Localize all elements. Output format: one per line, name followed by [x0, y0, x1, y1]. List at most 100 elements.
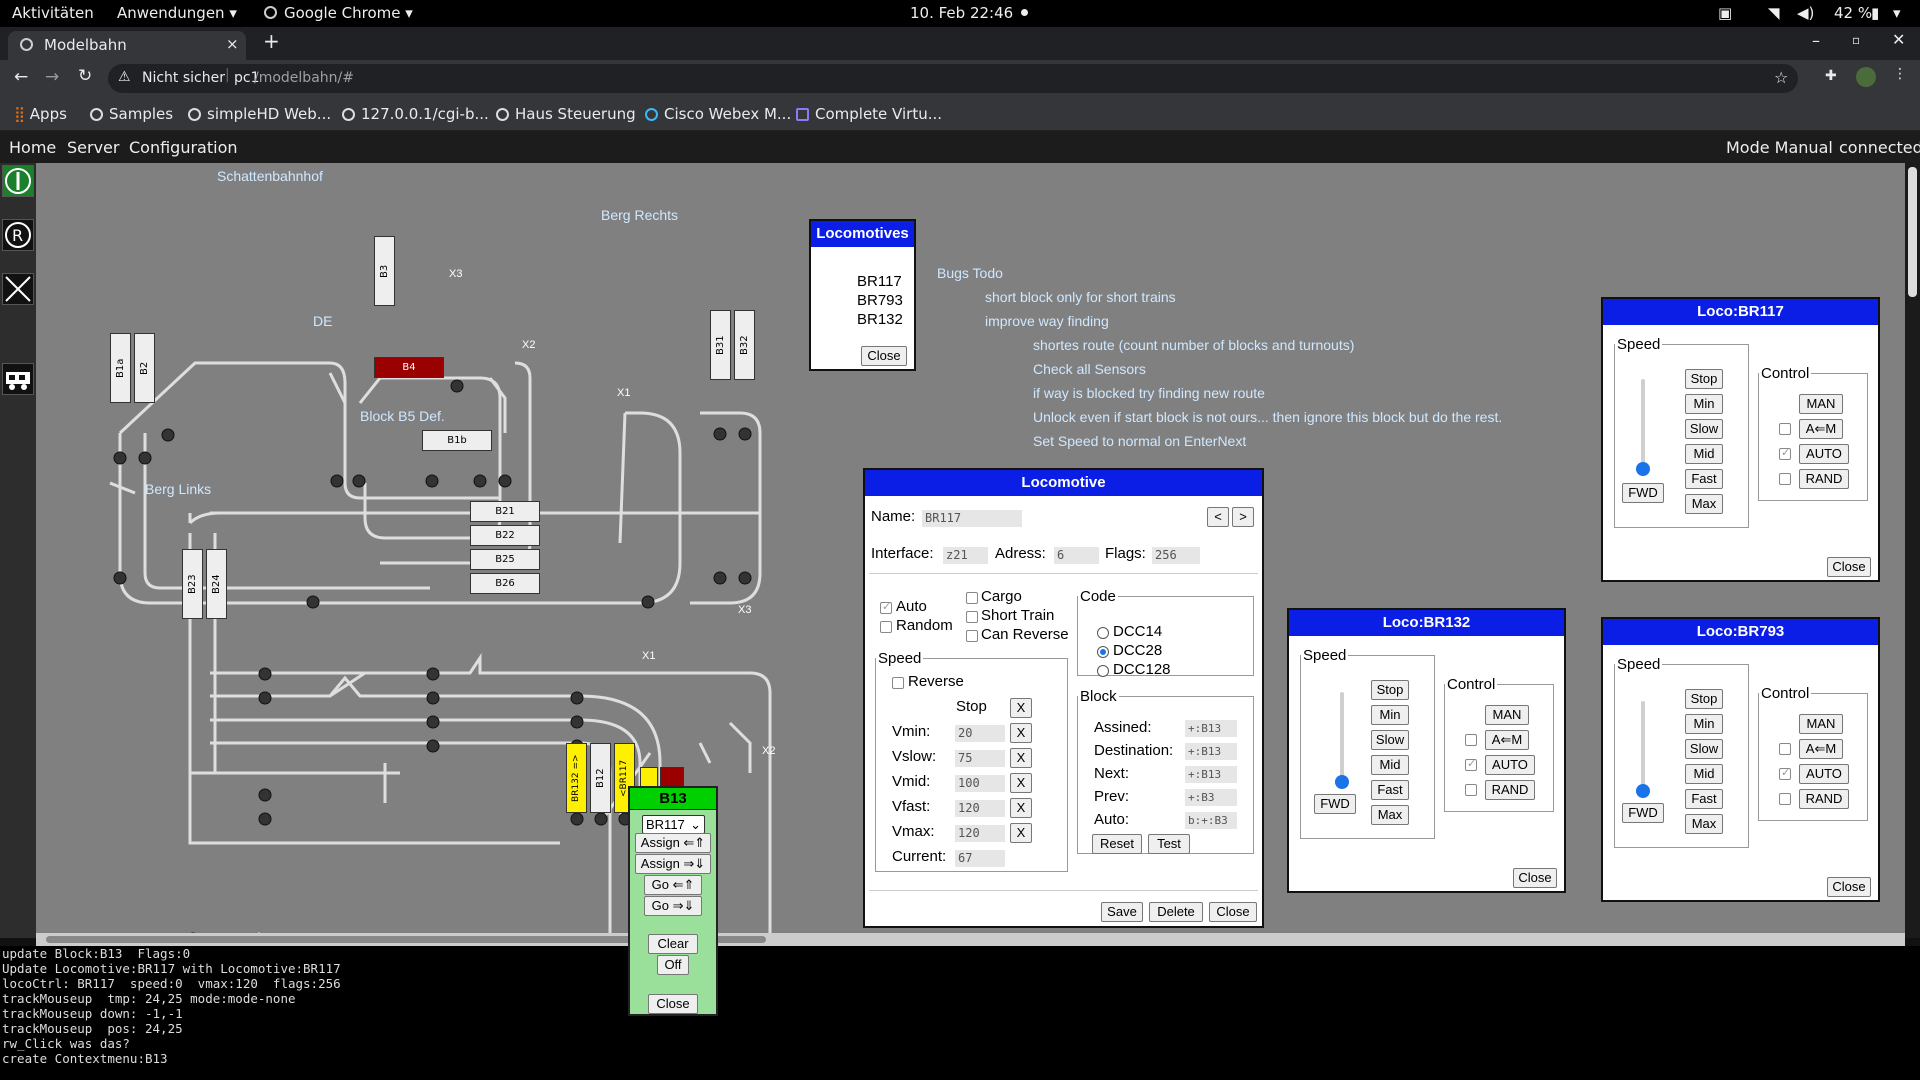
- adress-field[interactable]: 6: [1054, 547, 1099, 564]
- block-b26[interactable]: B26: [470, 573, 540, 594]
- auto-checkbox[interactable]: [1779, 446, 1791, 460]
- name-field[interactable]: BR117: [922, 510, 1022, 527]
- new-tab-button[interactable]: +: [263, 29, 280, 53]
- mid-button[interactable]: Mid: [1371, 755, 1409, 775]
- tab-close-icon[interactable]: ×: [226, 35, 239, 53]
- can-reverse-checkbox[interactable]: [966, 630, 978, 642]
- fwd-button[interactable]: FWD: [1622, 803, 1664, 823]
- reverse-checkbox[interactable]: [892, 677, 904, 689]
- system-menu-icon[interactable]: ▾: [1893, 4, 1901, 22]
- mid-button[interactable]: Mid: [1685, 444, 1723, 464]
- reload-icon[interactable]: ↻: [78, 66, 92, 86]
- clock[interactable]: 10. Feb 22:46: [910, 4, 1013, 22]
- stop-x-button[interactable]: X: [1010, 698, 1032, 718]
- mid-button[interactable]: Mid: [1685, 764, 1723, 784]
- turnout-x3[interactable]: X3: [449, 268, 462, 280]
- close-button[interactable]: Close: [1513, 868, 1557, 888]
- speed-slider[interactable]: [1340, 692, 1344, 782]
- next-loco-button[interactable]: >: [1232, 507, 1254, 527]
- block-b12[interactable]: B12: [590, 743, 611, 813]
- warning-icon[interactable]: ⚠: [118, 69, 131, 85]
- rand-checkbox[interactable]: [1779, 793, 1791, 805]
- turnout-x3-lower[interactable]: X3: [738, 604, 751, 616]
- screen-share-icon[interactable]: ▣: [1718, 4, 1732, 22]
- loco-select[interactable]: BR117 ⌄: [642, 815, 705, 834]
- block-b1a[interactable]: B1a: [110, 333, 131, 403]
- cargo-checkbox[interactable]: [966, 592, 978, 604]
- dcc128-radio[interactable]: [1097, 665, 1109, 677]
- rand-checkbox[interactable]: [1779, 473, 1791, 485]
- aem-checkbox[interactable]: [1779, 743, 1791, 755]
- turnout-x2-lower[interactable]: X2: [762, 745, 775, 757]
- loco-list-item[interactable]: BR793: [857, 292, 903, 309]
- destination-field[interactable]: +:B13: [1185, 743, 1237, 760]
- speed-slider-knob[interactable]: [1636, 784, 1650, 798]
- short-train-checkbox[interactable]: [966, 611, 978, 623]
- auto-checkbox[interactable]: [1779, 766, 1791, 780]
- bookmark-simplehd[interactable]: simpleHD Web...: [188, 105, 331, 123]
- block-b3[interactable]: B3: [374, 236, 395, 306]
- loco-list-item[interactable]: BR117: [857, 273, 902, 290]
- address-bar[interactable]: ⚠ Nicht sicher | pc1 /modelbahn/# ☆: [108, 64, 1798, 93]
- slow-button[interactable]: Slow: [1685, 419, 1723, 439]
- aem-button[interactable]: A⇐M: [1799, 419, 1843, 439]
- fwd-button[interactable]: FWD: [1622, 483, 1664, 503]
- speed-slider-knob[interactable]: [1636, 462, 1650, 476]
- vslow-field[interactable]: 75: [955, 750, 1005, 767]
- bookmark-apps[interactable]: ⣿ Apps: [14, 105, 67, 123]
- auto-button[interactable]: AUTO: [1799, 764, 1849, 784]
- man-button[interactable]: MAN: [1799, 394, 1843, 414]
- horizontal-scrollbar[interactable]: [36, 933, 1905, 946]
- interface-field[interactable]: z21: [943, 547, 988, 564]
- current-field[interactable]: 67: [955, 850, 1005, 867]
- block-br132[interactable]: BR132 =>: [566, 743, 587, 813]
- vmax-x-button[interactable]: X: [1010, 823, 1032, 843]
- min-button[interactable]: Min: [1371, 705, 1409, 725]
- man-button[interactable]: MAN: [1485, 705, 1529, 725]
- assined-field[interactable]: +:B13: [1185, 720, 1237, 737]
- prev-loco-button[interactable]: <: [1207, 507, 1229, 527]
- prev-field[interactable]: +:B3: [1185, 789, 1237, 806]
- min-button[interactable]: Min: [1685, 714, 1723, 734]
- off-button[interactable]: Off: [657, 955, 689, 975]
- max-button[interactable]: Max: [1685, 814, 1723, 834]
- delete-cross-icon[interactable]: [2, 273, 34, 305]
- auto-checkbox[interactable]: [1465, 757, 1477, 771]
- turnout-x2[interactable]: X2: [522, 339, 535, 351]
- slow-button[interactable]: Slow: [1371, 730, 1409, 750]
- rand-button[interactable]: RAND: [1485, 780, 1535, 800]
- block-b23[interactable]: B23: [182, 549, 203, 619]
- bookmark-complete[interactable]: Complete Virtu...: [796, 105, 942, 123]
- security-label[interactable]: Nicht sicher: [142, 70, 225, 86]
- clear-button[interactable]: Clear: [648, 934, 698, 954]
- flags-field[interactable]: 256: [1152, 547, 1200, 564]
- close-button[interactable]: Close: [1827, 557, 1871, 577]
- auto-button[interactable]: AUTO: [1485, 755, 1535, 775]
- aem-checkbox[interactable]: [1465, 734, 1477, 746]
- battery-percent[interactable]: 42 %: [1834, 4, 1872, 22]
- save-button[interactable]: Save: [1101, 902, 1143, 922]
- fwd-button[interactable]: FWD: [1314, 794, 1356, 814]
- forward-icon[interactable]: →: [45, 67, 59, 87]
- block-b32[interactable]: B32: [734, 310, 755, 380]
- vfast-x-button[interactable]: X: [1010, 798, 1032, 818]
- profile-avatar[interactable]: [1856, 67, 1876, 87]
- auto-checkbox[interactable]: [880, 600, 892, 614]
- rand-checkbox[interactable]: [1465, 784, 1477, 796]
- random-checkbox[interactable]: [880, 621, 892, 633]
- scroll-thumb[interactable]: [1908, 167, 1917, 297]
- vertical-scrollbar[interactable]: [1905, 163, 1920, 938]
- volume-icon[interactable]: ◀): [1797, 4, 1814, 22]
- turnout-x1-lower[interactable]: X1: [642, 650, 655, 662]
- bookmark-haus[interactable]: Haus Steuerung: [496, 105, 636, 123]
- reset-button[interactable]: Reset: [1092, 834, 1142, 854]
- block-b1b[interactable]: B1b: [422, 430, 492, 451]
- max-button[interactable]: Max: [1371, 805, 1409, 825]
- stop-button[interactable]: Stop: [1371, 680, 1409, 700]
- delete-button[interactable]: Delete: [1149, 902, 1203, 922]
- fast-button[interactable]: Fast: [1685, 469, 1723, 489]
- block-b2[interactable]: B2: [134, 333, 155, 403]
- close-button[interactable]: Close: [1827, 877, 1871, 897]
- mode-indicator[interactable]: Mode Manual: [1726, 138, 1833, 157]
- extensions-icon[interactable]: ✚: [1825, 68, 1837, 84]
